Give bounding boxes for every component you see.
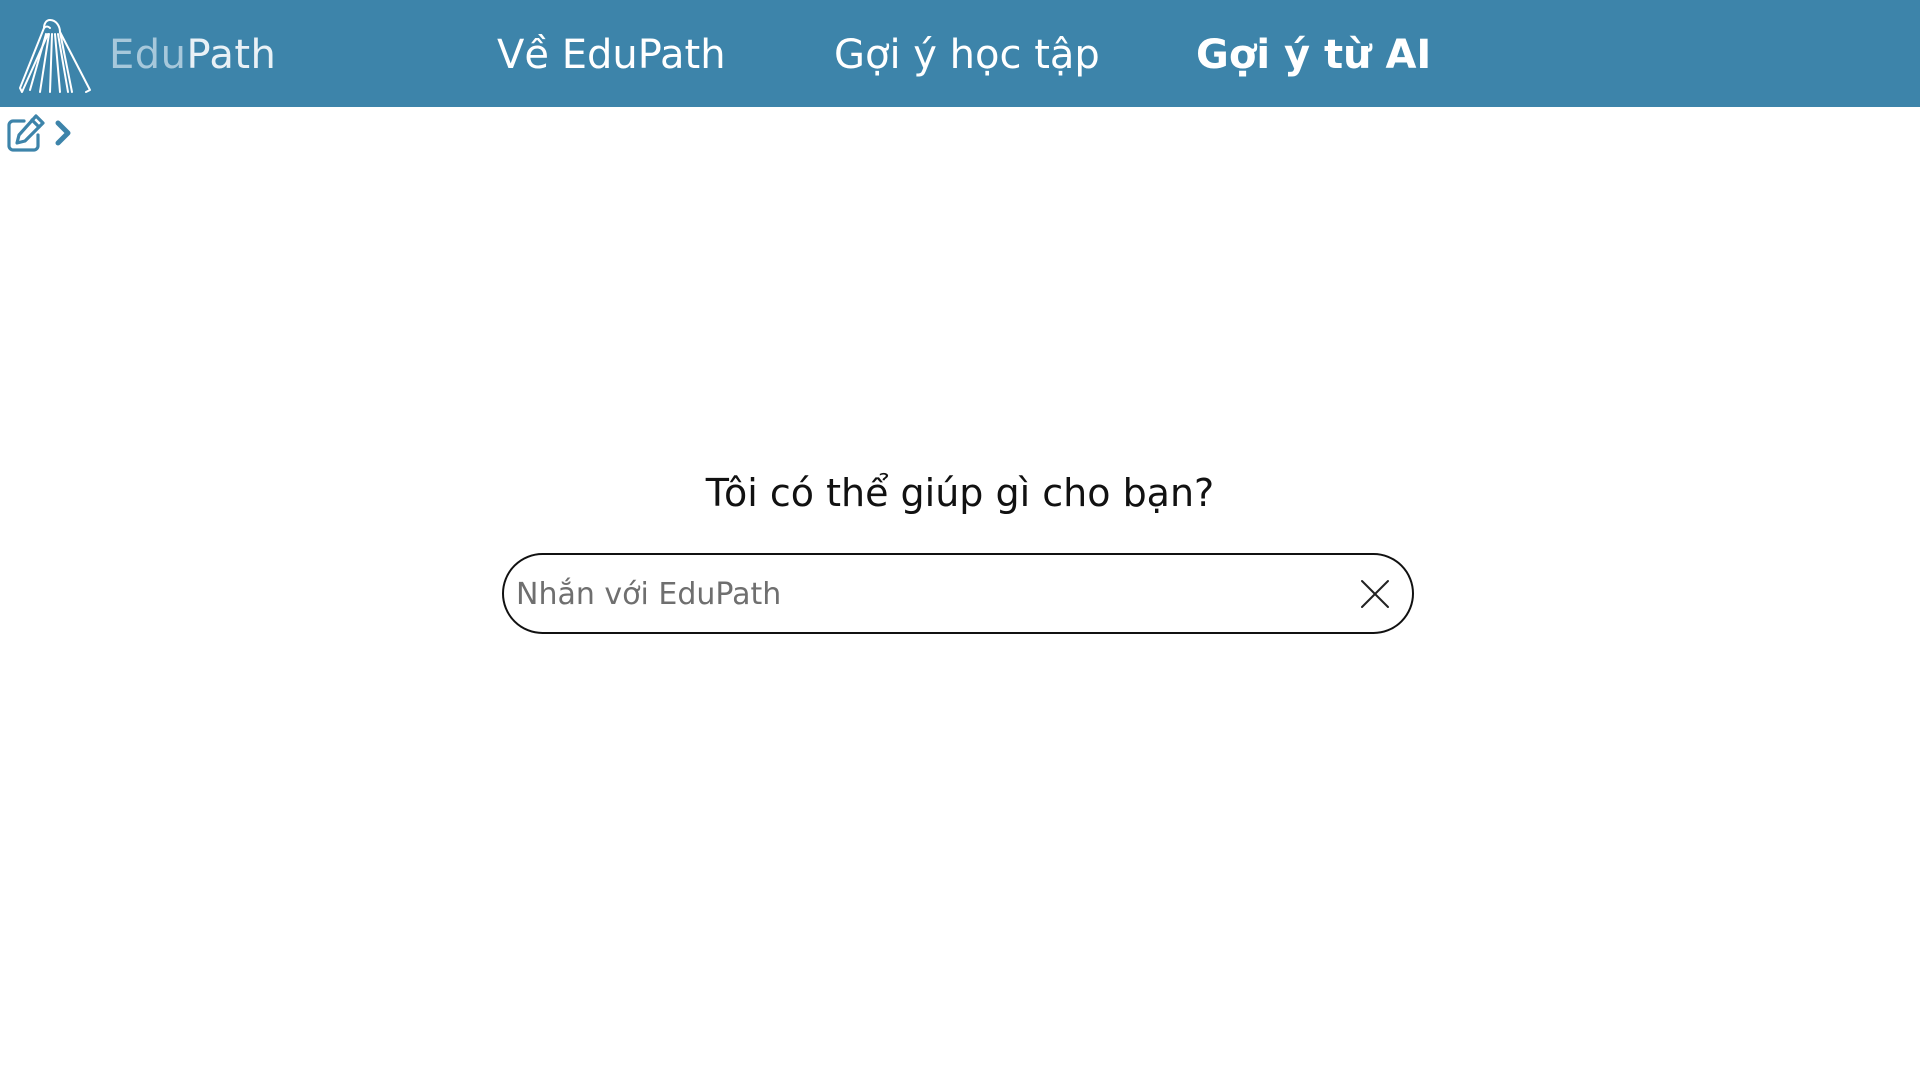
nav-study-suggestions[interactable]: Gợi ý học tập (834, 28, 1100, 82)
top-nav-bar: EduPath Về EduPath Gợi ý học tập Gợi ý t… (0, 0, 1920, 107)
page-heading: Tôi có thể giúp gì cho bạn? (705, 471, 1215, 515)
nav-about[interactable]: Về EduPath (497, 28, 726, 82)
nav-ai-suggestions[interactable]: Gợi ý từ AI (1196, 28, 1431, 82)
brand-name-edu: Edu (109, 32, 187, 78)
chat-input-box (502, 553, 1414, 634)
close-icon[interactable] (1360, 579, 1390, 609)
brand-name[interactable]: EduPath (109, 28, 276, 82)
edit-icon[interactable] (6, 113, 46, 153)
book-icon[interactable] (16, 16, 96, 96)
brand-name-path: Path (186, 32, 277, 78)
chevron-right-icon[interactable] (52, 113, 76, 153)
chat-input[interactable] (516, 565, 1336, 623)
